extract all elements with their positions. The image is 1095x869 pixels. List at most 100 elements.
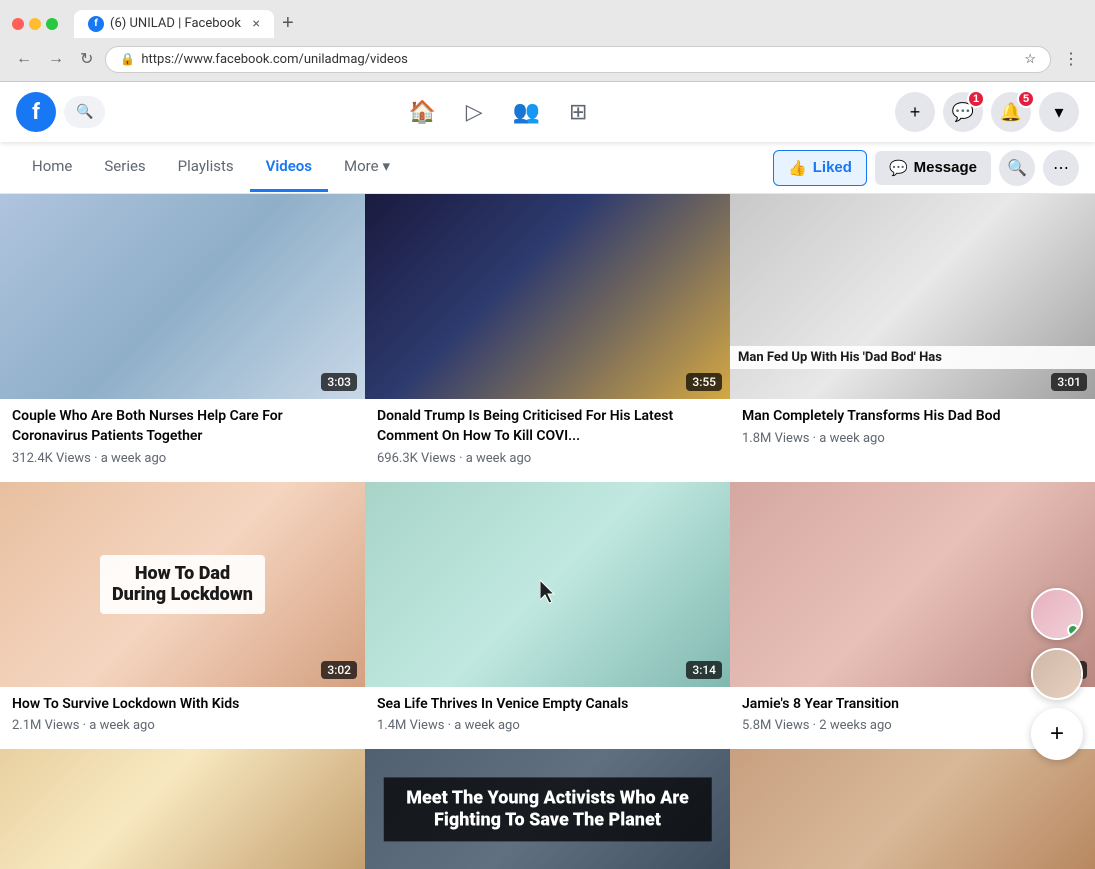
facebook-logo[interactable]: f: [16, 92, 56, 132]
thumb-overlay-4: How To DadDuring Lockdown: [0, 482, 365, 687]
video-views-1: 312.4K Views: [12, 451, 91, 466]
close-dot[interactable]: [12, 18, 24, 30]
video-views-4: 2.1M Views: [12, 718, 79, 733]
video-item-4[interactable]: How To DadDuring Lockdown 3:02 How To Su…: [0, 482, 365, 750]
video-item-9[interactable]: [730, 749, 1095, 869]
new-tab-button[interactable]: +: [274, 8, 302, 39]
video-thumbnail-2: 3:55: [365, 194, 730, 399]
video-duration-4: 3:02: [321, 661, 357, 679]
browser-chrome: f (6) UNILAD | Facebook × + ← → ↻ 🔒 http…: [0, 0, 1095, 82]
active-tab[interactable]: f (6) UNILAD | Facebook ×: [74, 10, 274, 38]
thumbs-up-icon: 👍: [788, 159, 807, 177]
liked-label: Liked: [813, 159, 852, 176]
nav-item-series[interactable]: Series: [88, 143, 161, 192]
video-item-2[interactable]: 3:55 Donald Trump Is Being Criticised Fo…: [365, 194, 730, 482]
maximize-dot[interactable]: [46, 18, 58, 30]
add-story-button[interactable]: +: [1031, 708, 1083, 760]
video-item-5[interactable]: 3:14 Sea Life Thrives In Venice Empty Ca…: [365, 482, 730, 750]
video-meta-5: 1.4M Views · a week ago: [377, 718, 718, 733]
browser-dots: [12, 18, 58, 30]
video-thumbnail-7: [0, 749, 365, 869]
page-nav-right: 👍 Liked 💬 Message 🔍 ⋯: [773, 150, 1079, 186]
nav-item-more[interactable]: More ▾: [328, 143, 406, 192]
page-search-button[interactable]: 🔍: [999, 150, 1035, 186]
search-box[interactable]: 🔍: [64, 96, 105, 128]
notifications-badge: 5: [1017, 90, 1035, 108]
browser-menu-button[interactable]: ⋮: [1059, 47, 1083, 71]
video-time-4: a week ago: [89, 718, 154, 733]
video-time-5: a week ago: [454, 718, 519, 733]
watch-nav-icon[interactable]: ▷: [450, 88, 498, 136]
notifications-button[interactable]: 🔔 5: [991, 92, 1031, 132]
video-info-1: Couple Who Are Both Nurses Help Care For…: [0, 399, 365, 481]
video-views-6: 5.8M Views: [742, 718, 809, 733]
facebook-logo-text: f: [32, 100, 40, 125]
nav-right-actions: + 💬 1 🔔 5 ▾: [895, 92, 1079, 132]
thumb-text-4: How To DadDuring Lockdown: [100, 555, 265, 614]
url-bar[interactable]: 🔒 https://www.facebook.com/uniladmag/vid…: [105, 46, 1051, 73]
video-meta-1: 312.4K Views · a week ago: [12, 451, 353, 466]
refresh-button[interactable]: ↻: [76, 45, 97, 73]
url-text: https://www.facebook.com/uniladmag/video…: [141, 52, 1018, 67]
message-button[interactable]: 💬 Message: [875, 151, 991, 185]
video-thumbnail-5: 3:14: [365, 482, 730, 687]
page-nav: Home Series Playlists Videos More ▾ 👍 Li…: [0, 142, 1095, 194]
video-title-3: Man Completely Transforms His Dad Bod: [742, 407, 1083, 427]
video-meta-2: 696.3K Views · a week ago: [377, 451, 718, 466]
messenger-badge: 1: [967, 90, 985, 108]
create-button[interactable]: +: [895, 92, 935, 132]
back-button[interactable]: ←: [12, 46, 36, 72]
video-grid: 3:03 Couple Who Are Both Nurses Help Car…: [0, 194, 1095, 869]
thumb-overlay-activists: Meet The Young Activists Who Are Fightin…: [383, 778, 712, 841]
minimize-dot[interactable]: [29, 18, 41, 30]
forward-button[interactable]: →: [44, 46, 68, 72]
video-title-4: How To Survive Lockdown With Kids: [12, 695, 353, 715]
tab-title: (6) UNILAD | Facebook: [110, 16, 241, 31]
video-item-3[interactable]: Man Fed Up With His 'Dad Bod' Has 3:01 M…: [730, 194, 1095, 482]
star-icon[interactable]: ☆: [1024, 52, 1036, 67]
message-label: Message: [914, 159, 977, 176]
liked-button[interactable]: 👍 Liked: [773, 150, 867, 186]
groups-nav-icon[interactable]: 👥: [502, 88, 550, 136]
video-info-4: How To Survive Lockdown With Kids 2.1M V…: [0, 687, 365, 750]
page-nav-left: Home Series Playlists Videos More ▾: [16, 143, 406, 192]
video-grid-container: 3:03 Couple Who Are Both Nurses Help Car…: [0, 194, 1095, 869]
facebook-nav: f 🔍 🏠 ▷ 👥 ⊞ + 💬 1 🔔 5 ▾: [0, 82, 1095, 142]
tab-close-button[interactable]: ×: [253, 16, 260, 32]
video-info-3: Man Completely Transforms His Dad Bod 1.…: [730, 399, 1095, 462]
messenger-bubble-1[interactable]: [1031, 588, 1083, 640]
video-time-6: 2 weeks ago: [819, 718, 891, 733]
messenger-button[interactable]: 💬 1: [943, 92, 983, 132]
video-thumbnail-8: Meet The Young Activists Who Are Fightin…: [365, 749, 730, 869]
more-dots-icon: ⋯: [1053, 158, 1069, 178]
nav-center-icons: 🏠 ▷ 👥 ⊞: [113, 88, 887, 136]
account-button[interactable]: ▾: [1039, 92, 1079, 132]
lock-icon: 🔒: [120, 52, 135, 66]
video-title-5: Sea Life Thrives In Venice Empty Canals: [377, 695, 718, 715]
messenger-bubble-2[interactable]: [1031, 648, 1083, 700]
nav-item-videos[interactable]: Videos: [250, 143, 328, 192]
video-thumbnail-9: [730, 749, 1095, 869]
nav-item-playlists[interactable]: Playlists: [162, 143, 250, 192]
video-views-3: 1.8M Views: [742, 431, 809, 446]
video-thumbnail-1: 3:03: [0, 194, 365, 399]
page-more-button[interactable]: ⋯: [1043, 150, 1079, 186]
video-title-2: Donald Trump Is Being Criticised For His…: [377, 407, 718, 446]
video-meta-4: 2.1M Views · a week ago: [12, 718, 353, 733]
video-item-1[interactable]: 3:03 Couple Who Are Both Nurses Help Car…: [0, 194, 365, 482]
browser-top-bar: f (6) UNILAD | Facebook × +: [0, 0, 1095, 39]
thumb-overlay-text-3: Man Fed Up With His 'Dad Bod' Has: [730, 346, 1095, 369]
video-title-1: Couple Who Are Both Nurses Help Care For…: [12, 407, 353, 446]
video-item-7[interactable]: [0, 749, 365, 869]
tab-bar: f (6) UNILAD | Facebook × +: [74, 8, 302, 39]
video-item-8[interactable]: Meet The Young Activists Who Are Fightin…: [365, 749, 730, 869]
video-duration-1: 3:03: [321, 373, 357, 391]
nav-item-home[interactable]: Home: [16, 143, 88, 192]
messenger-icon: 💬: [889, 159, 908, 177]
video-duration-2: 3:55: [686, 373, 722, 391]
home-nav-icon[interactable]: 🏠: [398, 88, 446, 136]
video-duration-5: 3:14: [686, 661, 722, 679]
cursor-overlay: [540, 580, 560, 608]
gaming-nav-icon[interactable]: ⊞: [554, 88, 602, 136]
online-indicator-1: [1067, 624, 1079, 636]
